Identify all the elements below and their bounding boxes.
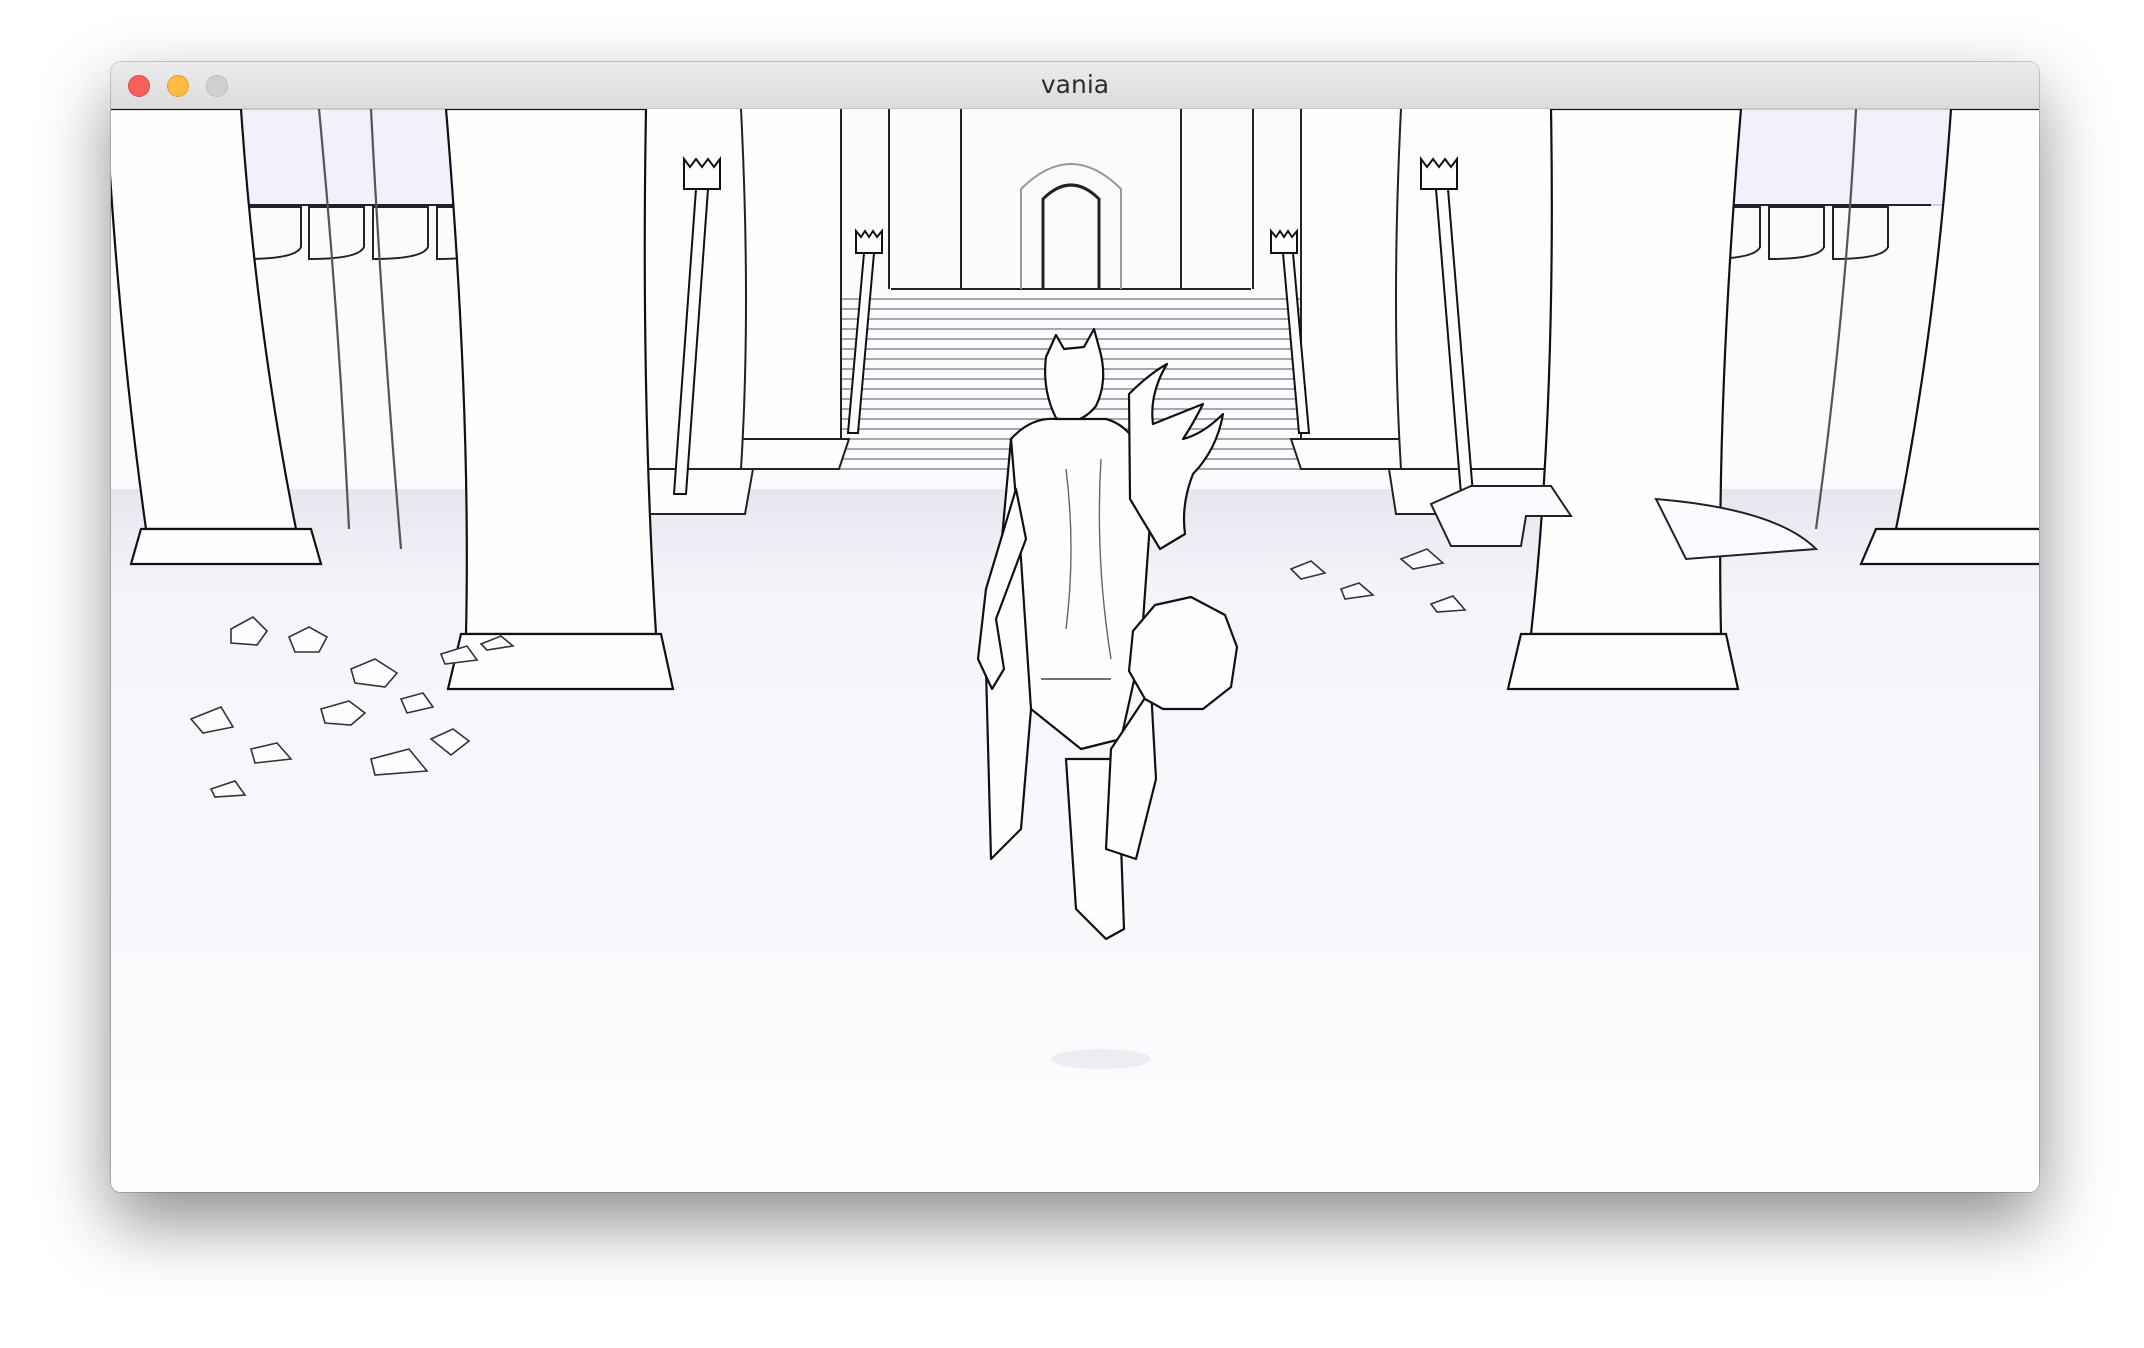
character-shadow: [1051, 1049, 1151, 1069]
title-bar[interactable]: vania: [111, 62, 2039, 109]
game-scene: [111, 109, 2039, 1192]
game-viewport[interactable]: [111, 109, 2039, 1192]
window-title: vania: [1040, 70, 1110, 99]
game-window: vania: [111, 62, 2039, 1192]
